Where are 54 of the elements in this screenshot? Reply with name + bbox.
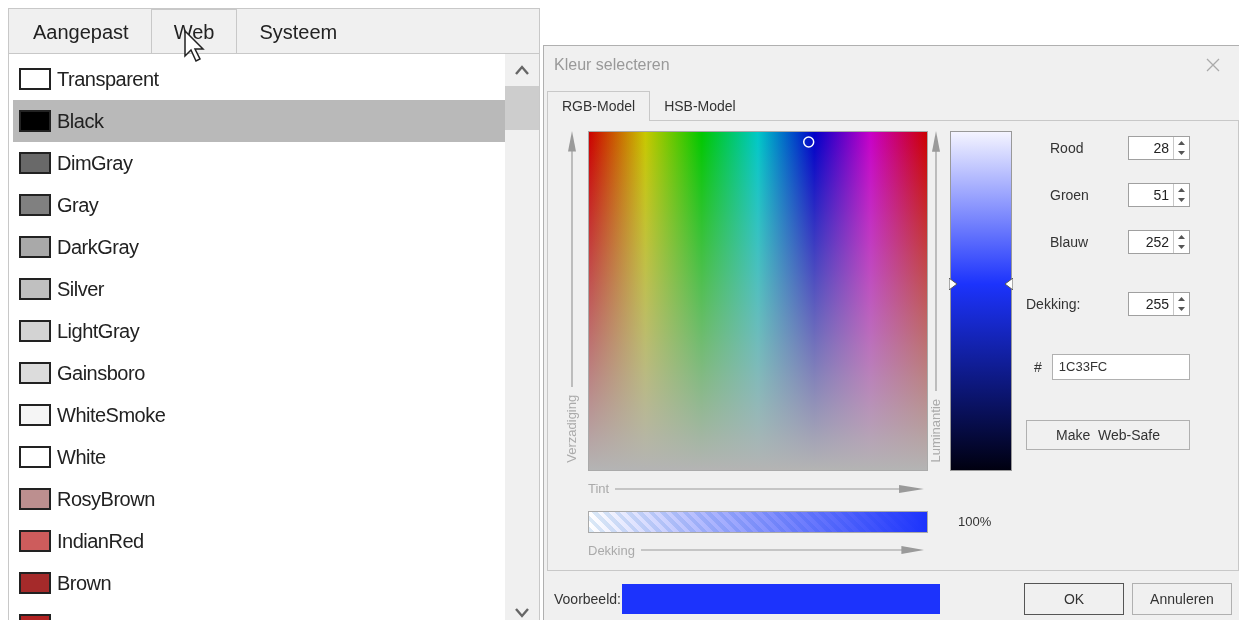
spinner-value: 252 xyxy=(1144,233,1170,252)
dialog-button[interactable]: OK xyxy=(1024,583,1124,615)
scroll-up-icon[interactable] xyxy=(514,64,530,76)
color-name: DarkGray xyxy=(57,235,139,260)
field-label: Dekking: xyxy=(1026,294,1081,314)
color-name: WhiteSmoke xyxy=(57,403,166,428)
tab[interactable]: Aangepast xyxy=(11,11,151,53)
tab[interactable]: RGB-Model xyxy=(547,91,651,121)
number-spinner[interactable]: 252 xyxy=(1128,230,1190,254)
color-name: IndianRed xyxy=(57,529,144,554)
axis-label: Verzadiging xyxy=(564,394,580,465)
opacity-reading: 100% xyxy=(958,512,992,531)
right-arrow-icon xyxy=(615,484,924,493)
field-label: Groen xyxy=(1049,185,1089,205)
scroll-thumb[interactable] xyxy=(505,86,539,130)
number-spinner[interactable]: 28 xyxy=(1128,136,1190,160)
preview-label: Voorbeeld: xyxy=(554,589,621,609)
opacity-slider[interactable] xyxy=(588,510,928,533)
color-name: White xyxy=(57,445,106,470)
color-name: Brown xyxy=(57,571,112,596)
window-title: Kleur selecteren xyxy=(554,55,670,75)
up-arrow-icon xyxy=(568,131,576,387)
color-spectrum[interactable] xyxy=(588,131,928,471)
color-name: Black xyxy=(57,109,104,134)
color-name: Gray xyxy=(57,193,99,218)
hex-label: # xyxy=(1034,357,1042,377)
color-name: Transparent xyxy=(57,67,159,92)
number-spinner[interactable]: 255 xyxy=(1128,292,1190,316)
axis-label: Tint xyxy=(588,480,610,498)
scrollbar[interactable] xyxy=(505,54,539,620)
color-name: Gainsboro xyxy=(57,361,145,386)
hex-input[interactable]: 1C33FC xyxy=(1051,354,1190,380)
spinner-value: 28 xyxy=(1152,139,1170,158)
spinner-value: 51 xyxy=(1152,186,1170,205)
right-arrow-icon xyxy=(640,546,924,555)
scroll-down-icon[interactable] xyxy=(514,607,530,619)
up-arrow-icon xyxy=(932,131,940,391)
luminance-thumb[interactable] xyxy=(949,278,1013,291)
axis-label: Luminantie xyxy=(928,398,944,465)
field-label: Rood xyxy=(1049,138,1084,158)
color-name: LightGray xyxy=(57,319,140,344)
number-spinner[interactable]: 51 xyxy=(1128,183,1190,207)
color-name: Silver xyxy=(57,277,104,302)
tab[interactable]: Systeem xyxy=(237,11,360,53)
spinner-value: 255 xyxy=(1144,295,1170,314)
dialog-button[interactable]: Annuleren xyxy=(1132,583,1232,615)
color-name: RosyBrown xyxy=(57,487,155,512)
luminance-slider[interactable] xyxy=(950,131,1012,471)
axis-label: Dekking xyxy=(588,541,635,560)
color-list-item[interactable]: Black xyxy=(13,100,505,142)
web-safe-button[interactable]: Make Web-Safe xyxy=(1026,420,1190,450)
field-label: Blauw xyxy=(1049,232,1089,252)
color-name: DimGray xyxy=(57,151,133,176)
tab[interactable]: HSB-Model xyxy=(650,92,750,120)
